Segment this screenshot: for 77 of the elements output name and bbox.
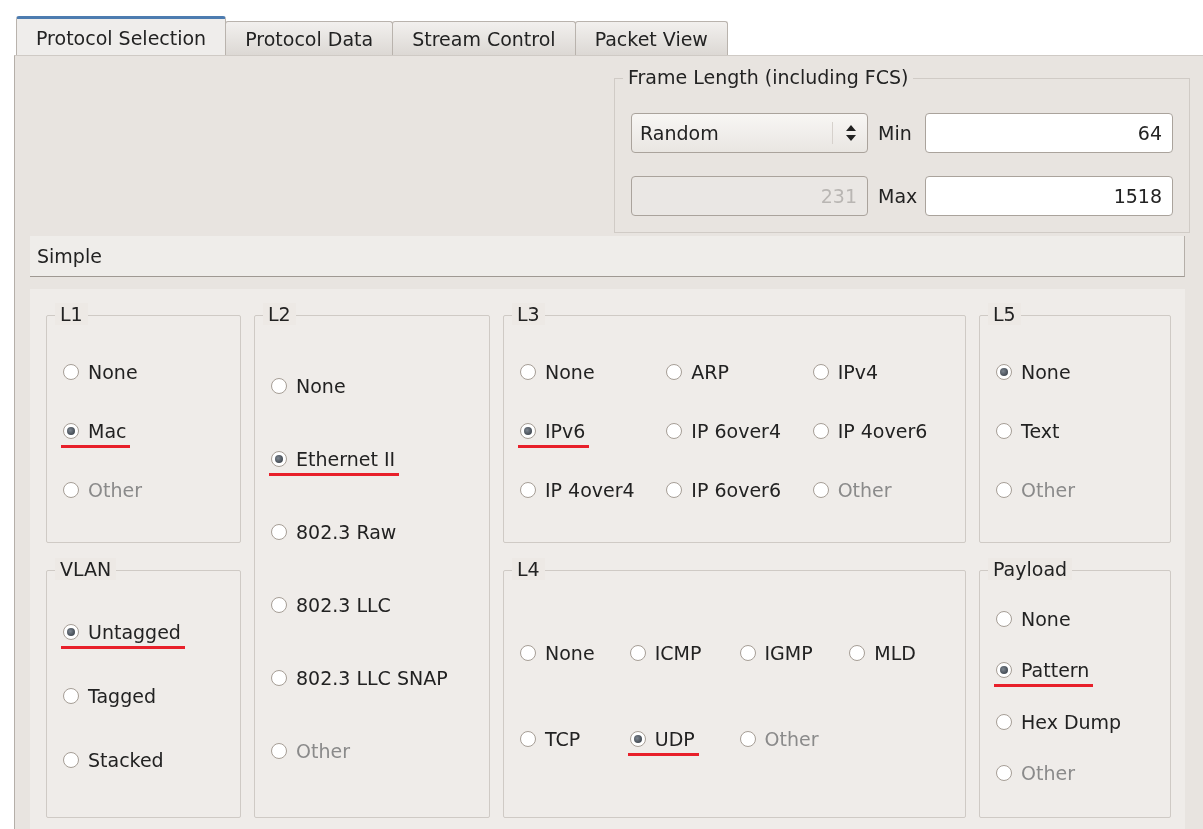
radio-option[interactable]: 802.3 Raw <box>269 519 401 549</box>
radio-icon[interactable] <box>63 423 79 439</box>
tab[interactable]: Protocol Selection <box>16 16 227 55</box>
radio-icon[interactable] <box>271 451 287 467</box>
radio-option[interactable]: ARP <box>664 359 733 389</box>
radio-option[interactable]: Tagged <box>61 683 160 713</box>
radio-option[interactable]: IP 6over6 <box>664 477 785 507</box>
radio-icon[interactable] <box>520 482 536 498</box>
radio-option[interactable]: None <box>994 359 1075 389</box>
radio-icon[interactable] <box>63 364 79 380</box>
group-title: Frame Length (including FCS) <box>623 66 914 88</box>
radio-option[interactable]: IGMP <box>737 640 817 671</box>
radio-option[interactable]: MLD <box>847 640 920 671</box>
radio-icon[interactable] <box>520 364 536 380</box>
radio-option[interactable]: IP 6over4 <box>664 418 785 448</box>
radio-icon[interactable] <box>629 645 646 662</box>
radio-option[interactable]: IP 4over6 <box>810 418 932 448</box>
min-field[interactable]: 64 <box>925 113 1173 154</box>
radio-option[interactable]: None <box>518 640 599 671</box>
group-title: L5 <box>988 303 1021 325</box>
radio-icon[interactable] <box>996 364 1012 380</box>
radio-icon[interactable] <box>629 730 646 747</box>
group-title: L4 <box>512 558 545 580</box>
radio-icon[interactable] <box>996 662 1012 679</box>
radio-icon[interactable] <box>996 423 1012 439</box>
group-title: VLAN <box>55 558 117 580</box>
radio-option[interactable]: IP 4over4 <box>518 477 639 507</box>
radio-option[interactable]: Ethernet II <box>269 446 400 476</box>
radio-icon[interactable] <box>666 364 683 380</box>
spinner-arrows-icon <box>832 122 859 145</box>
radio-icon[interactable] <box>63 624 79 640</box>
max-field[interactable]: 1518 <box>925 175 1173 216</box>
radio-icon[interactable] <box>520 730 536 747</box>
group-title: Payload <box>988 558 1073 580</box>
radio-icon[interactable] <box>849 645 866 662</box>
radio-option[interactable]: None <box>994 606 1075 637</box>
section-header[interactable]: Simple <box>30 236 1185 277</box>
radio-option[interactable]: 802.3 LLC <box>269 592 395 622</box>
radio-icon[interactable] <box>63 688 79 704</box>
radio-icon[interactable] <box>520 423 536 439</box>
radio-icon[interactable] <box>739 645 756 662</box>
tab[interactable]: Protocol Data <box>225 21 394 55</box>
radio-option[interactable]: IPv6 <box>518 418 590 448</box>
radio-option[interactable]: Untagged <box>61 619 185 649</box>
radio-option[interactable]: 802.3 LLC SNAP <box>269 665 452 695</box>
radio-option[interactable]: ICMP <box>627 640 706 671</box>
radio-icon[interactable] <box>271 597 287 613</box>
radio-icon[interactable] <box>666 423 683 439</box>
field-label: Max <box>877 184 919 207</box>
group-title: L3 <box>512 303 545 325</box>
radio-icon[interactable] <box>271 524 287 540</box>
radio-option[interactable]: None <box>61 359 142 389</box>
radio-option[interactable]: Text <box>994 418 1064 448</box>
radio-option[interactable]: Hex Dump <box>994 708 1126 739</box>
mode-dropdown[interactable]: Random <box>631 113 868 154</box>
group-title: L2 <box>263 303 296 325</box>
radio-icon[interactable] <box>996 713 1012 730</box>
tab[interactable]: Packet View <box>574 21 728 55</box>
radio-icon[interactable] <box>666 482 683 498</box>
radio-icon[interactable] <box>812 364 829 380</box>
radio-option[interactable]: TCP <box>518 725 585 756</box>
radio-icon[interactable] <box>520 645 536 662</box>
field-label: Min <box>877 122 913 145</box>
tab[interactable]: Stream Control <box>392 21 576 55</box>
radio-icon[interactable] <box>812 423 829 439</box>
radio-icon[interactable] <box>271 378 287 394</box>
radio-option[interactable]: UDP <box>627 725 699 756</box>
radio-option[interactable]: Pattern <box>994 657 1094 688</box>
radio-option[interactable]: Mac <box>61 418 131 448</box>
radio-icon[interactable] <box>996 611 1012 628</box>
radio-option[interactable]: None <box>269 373 350 403</box>
radio-option[interactable]: IPv4 <box>810 359 883 389</box>
radio-option[interactable]: None <box>518 359 599 389</box>
group-title: L1 <box>55 303 88 325</box>
radio-option[interactable]: Stacked <box>61 747 168 777</box>
radio-icon[interactable] <box>271 670 287 686</box>
radio-icon[interactable] <box>63 752 79 768</box>
